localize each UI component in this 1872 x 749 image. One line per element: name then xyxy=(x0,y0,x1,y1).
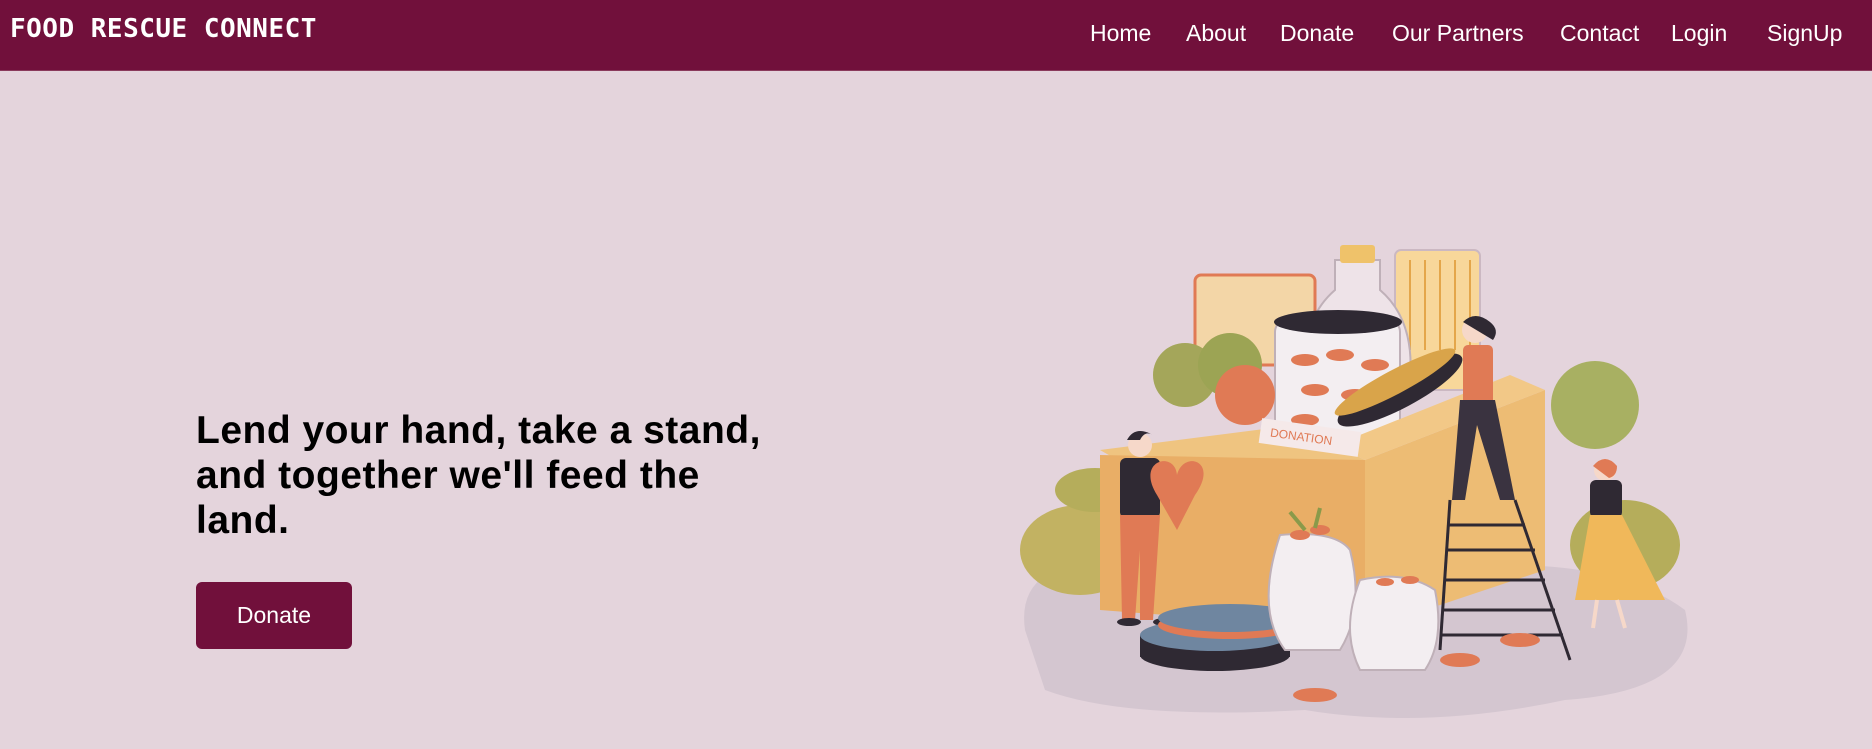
nav-link-home[interactable]: Home xyxy=(1090,20,1151,47)
hero-heading: Lend your hand, take a stand, and togeth… xyxy=(196,409,761,542)
nav-link-contact[interactable]: Contact xyxy=(1560,20,1639,47)
nav-link-about[interactable]: About xyxy=(1186,20,1246,47)
nav-link-our-partners[interactable]: Our Partners xyxy=(1392,20,1524,47)
donate-button[interactable]: Donate xyxy=(196,582,352,649)
nav-link-donate[interactable]: Donate xyxy=(1280,20,1354,47)
top-navbar: FOOD RESCUE CONNECT Home About Donate Ou… xyxy=(0,0,1872,71)
nav-link-login[interactable]: Login xyxy=(1671,20,1727,47)
food-donation-illustration: DONATION xyxy=(1020,245,1688,718)
brand-logo[interactable]: FOOD RESCUE CONNECT xyxy=(10,14,317,44)
nav-link-signup[interactable]: SignUp xyxy=(1767,20,1842,47)
